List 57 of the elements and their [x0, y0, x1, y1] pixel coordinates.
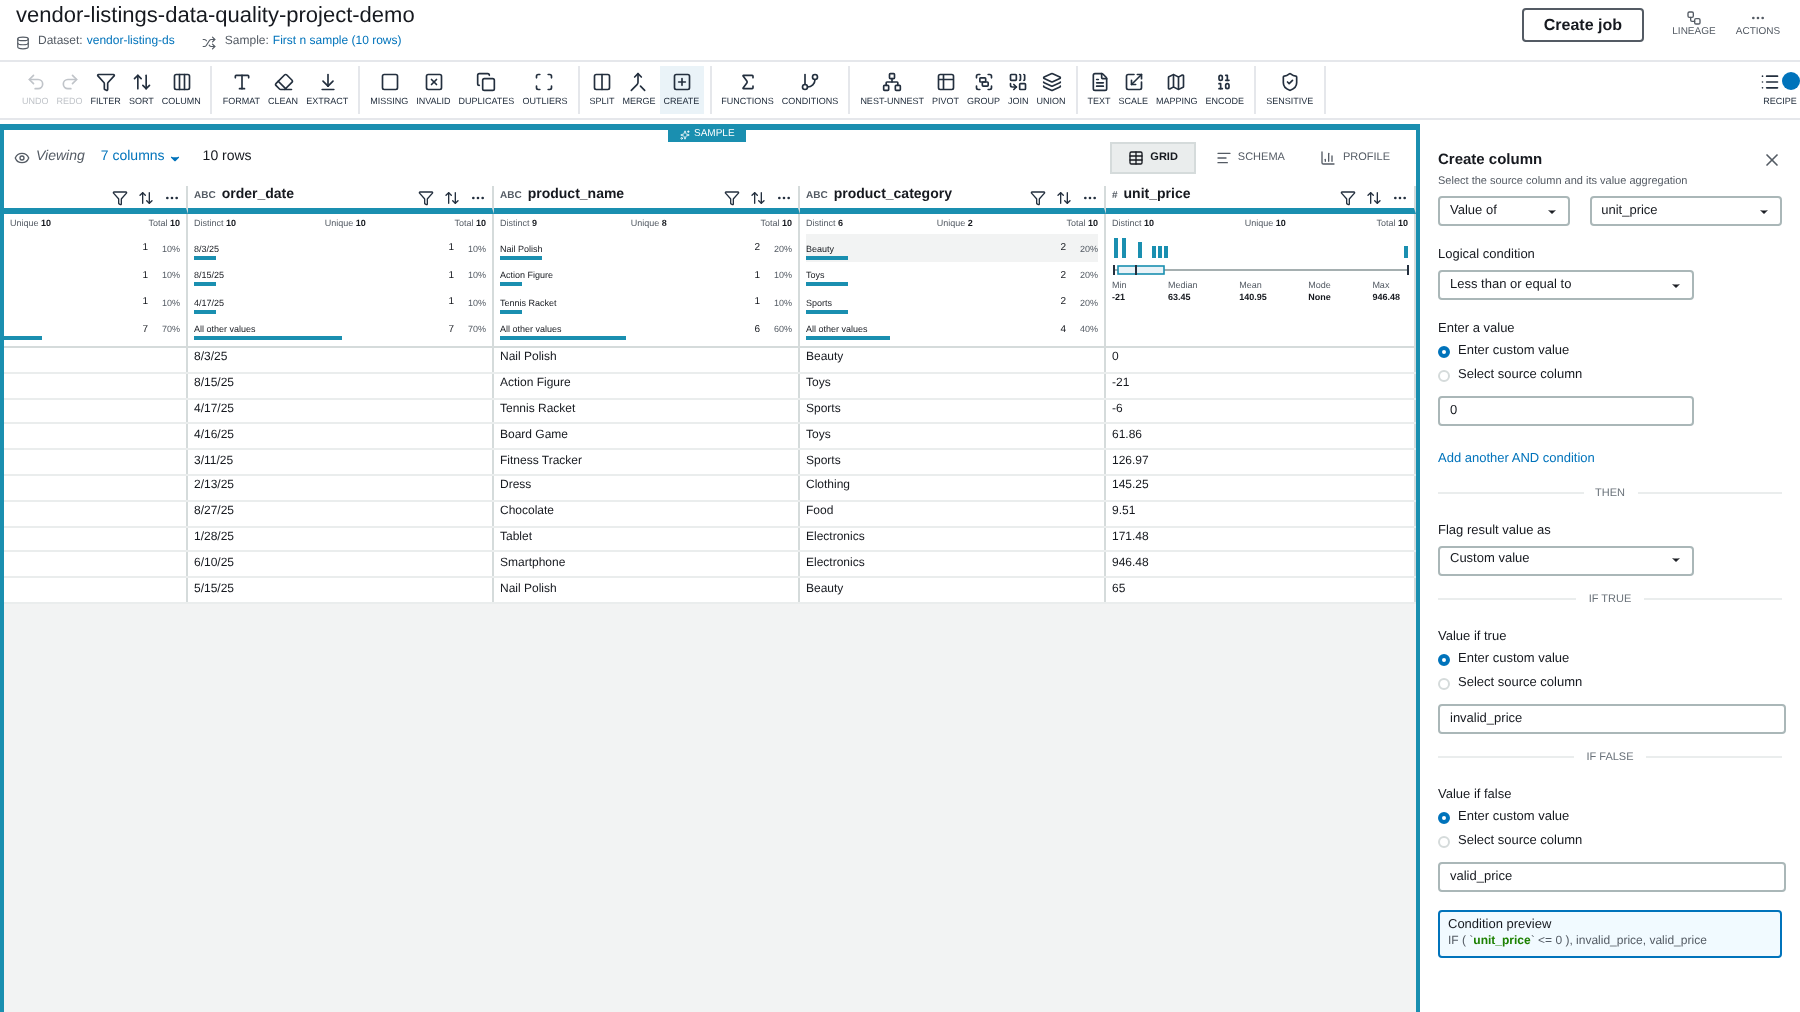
caret-icon: [1670, 554, 1682, 567]
split-icon: [591, 72, 612, 92]
map-icon: [1166, 72, 1187, 92]
create-job-button[interactable]: Create job: [1521, 8, 1644, 42]
invalid-icon: [423, 72, 444, 92]
columns-icon: [171, 72, 192, 92]
bar-chart-icon: [1320, 150, 1337, 166]
pivot-icon: [935, 72, 956, 92]
caret-icon: [168, 151, 183, 165]
text-icon: [1089, 72, 1109, 92]
square-icon: [379, 72, 400, 92]
filter-icon[interactable]: [418, 189, 434, 205]
list-icon: [1760, 71, 1780, 92]
shield-icon: [1279, 72, 1300, 92]
radio-button[interactable]: [1438, 653, 1450, 666]
sigma-icon: [737, 72, 758, 92]
radio-button[interactable]: [1438, 346, 1450, 358]
encode-icon: [1214, 72, 1235, 92]
caret-icon: [1670, 279, 1682, 291]
lines-icon: [1215, 150, 1232, 166]
text-format-icon: [231, 72, 252, 92]
filter-icon[interactable]: [112, 189, 128, 205]
radio-button[interactable]: [1438, 811, 1450, 824]
scan-icon: [534, 72, 555, 92]
filter-icon: [95, 72, 116, 92]
eraser-icon: [273, 72, 294, 92]
grid-icon: [1128, 150, 1145, 166]
sort-icon[interactable]: [138, 189, 154, 205]
filter-icon[interactable]: [1340, 189, 1356, 205]
sort-icon[interactable]: [1366, 189, 1382, 205]
caret-icon: [1545, 205, 1558, 217]
branch-icon: [800, 72, 821, 92]
sort-icon: [131, 72, 152, 92]
lineage-icon: [1686, 9, 1702, 26]
join-icon: [1008, 72, 1029, 92]
duplicate-icon: [476, 72, 497, 92]
sample-icon: [202, 36, 217, 50]
filter-icon[interactable]: [724, 189, 740, 205]
sort-icon[interactable]: [444, 189, 460, 205]
merge-icon: [628, 72, 649, 92]
nest-icon: [882, 72, 903, 92]
scale-icon: [1123, 72, 1144, 92]
count-badge: [1782, 72, 1800, 91]
create-icon: [671, 72, 692, 92]
extract-icon: [317, 72, 338, 92]
project-title: vendor-listings-data-quality-project-demo: [16, 2, 415, 30]
undo-icon: [25, 72, 46, 92]
redo-icon: [59, 72, 80, 92]
union-icon: [1041, 72, 1061, 92]
sort-icon[interactable]: [750, 189, 766, 205]
eye-icon: [14, 150, 30, 166]
filter-icon[interactable]: [1030, 189, 1046, 205]
group-icon: [973, 72, 994, 92]
dataset-icon: [16, 36, 30, 50]
sort-icon[interactable]: [1056, 189, 1072, 205]
close-icon[interactable]: [1762, 150, 1782, 170]
caret-icon: [1758, 205, 1770, 217]
